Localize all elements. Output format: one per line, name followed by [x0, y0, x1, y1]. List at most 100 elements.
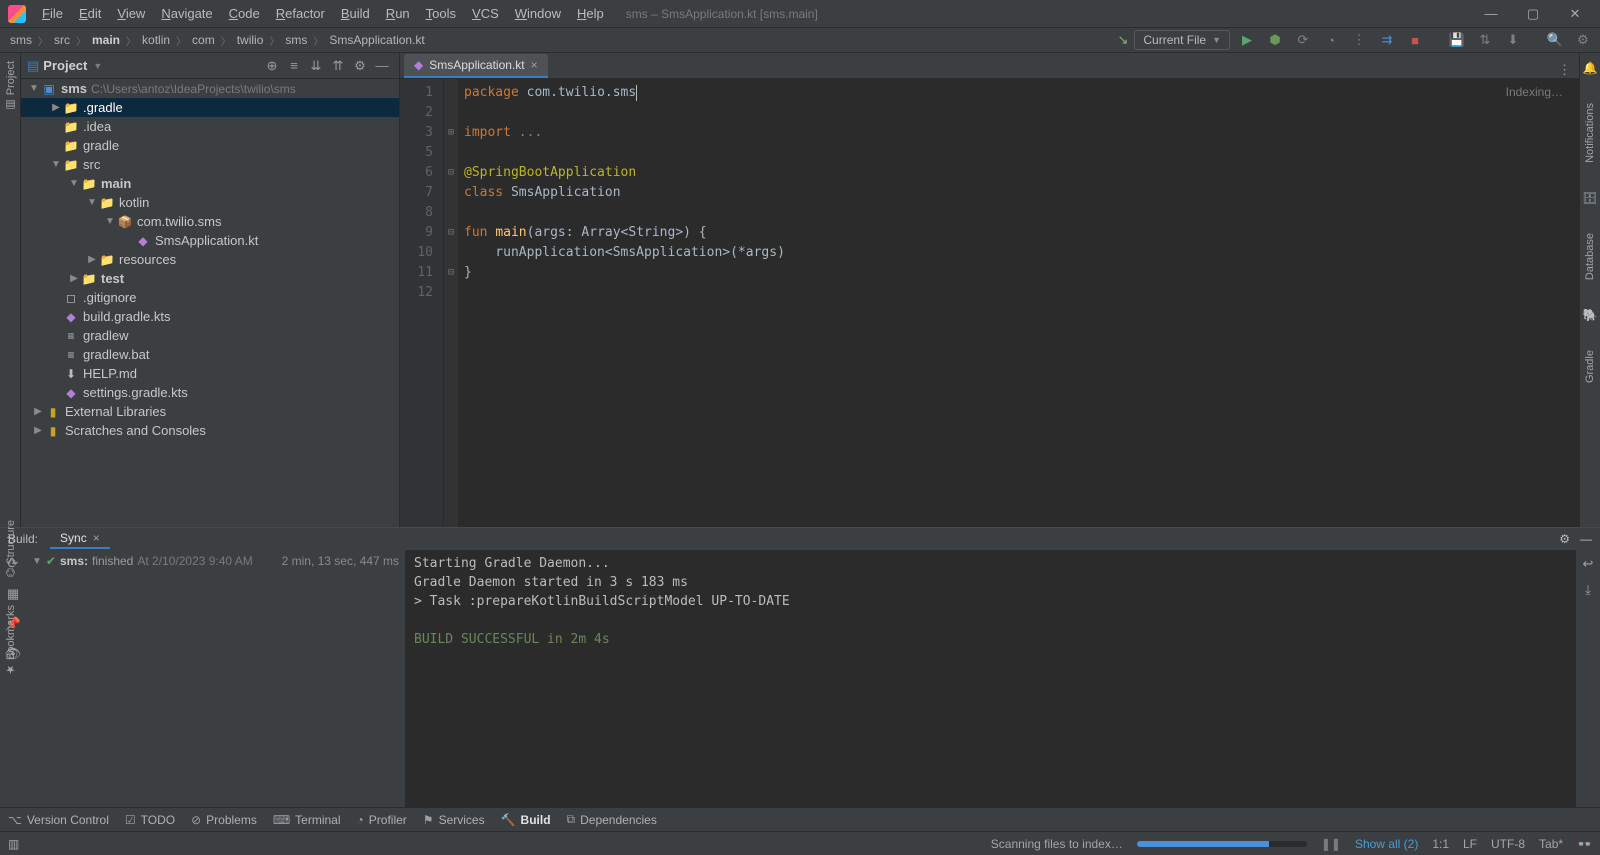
status-caret-pos[interactable]: 1:1 [1432, 837, 1449, 851]
rail-database[interactable]: Database [1584, 233, 1596, 280]
coverage-button[interactable]: ⟳ [1292, 32, 1314, 48]
menu-item-window[interactable]: Window [507, 2, 569, 25]
tree-item-resources[interactable]: ▶📁resources [21, 250, 399, 269]
toolstrip-build[interactable]: 🔨Build [501, 813, 551, 827]
fold-strip[interactable]: ⊞⊟⊟⊟ [444, 79, 458, 527]
tree-item-gradlew-bat[interactable]: ≡gradlew.bat [21, 345, 399, 364]
build-settings-icon[interactable]: ⚙ [1559, 532, 1570, 546]
status-encoding[interactable]: UTF-8 [1491, 837, 1525, 851]
menu-item-refactor[interactable]: Refactor [268, 2, 333, 25]
toolstrip-profiler[interactable]: ◔Profiler [357, 813, 407, 827]
expand-all-icon[interactable]: ≡ [283, 58, 305, 73]
code-area[interactable]: package com.twilio.sms import ... @Sprin… [458, 79, 1579, 527]
breadcrumb-com[interactable]: com [188, 33, 219, 47]
profile-button[interactable]: ◔ [1320, 33, 1342, 48]
toolstrip-problems[interactable]: ⊘Problems [191, 813, 257, 827]
status-line-ending[interactable]: LF [1463, 837, 1477, 851]
options-icon[interactable]: ⇈ [327, 58, 349, 74]
build-tab-sync[interactable]: Sync× [50, 529, 110, 549]
toolstrip-todo[interactable]: ☑TODO [125, 813, 175, 827]
rail-gradle[interactable]: Gradle [1584, 350, 1596, 383]
run-button[interactable]: ▶ [1236, 32, 1258, 48]
editor-tab-more[interactable]: ⋮ [1558, 62, 1571, 78]
menu-item-vcs[interactable]: VCS [464, 2, 507, 25]
breadcrumb-smsapplication-kt[interactable]: SmsApplication.kt [325, 33, 428, 47]
scroll-end-icon[interactable]: ⤓ [1585, 582, 1591, 598]
tree-item--idea[interactable]: 📁.idea [21, 117, 399, 136]
rail-project[interactable]: ▤ Project [4, 61, 17, 111]
menu-item-help[interactable]: Help [569, 2, 612, 25]
breadcrumb-sms[interactable]: sms [6, 33, 36, 47]
project-view-dropdown[interactable]: ▼ [93, 61, 102, 71]
tree-item-smsapplication-kt[interactable]: ◆SmsApplication.kt [21, 231, 399, 250]
run-config-dropdown[interactable]: Current File ▼ [1134, 30, 1230, 50]
tree-scratches[interactable]: ▶▮Scratches and Consoles [21, 421, 399, 440]
menu-item-view[interactable]: View [109, 2, 153, 25]
maximize-button[interactable]: ▢ [1512, 0, 1554, 28]
rail-structure[interactable]: ⌬ Structure [4, 520, 17, 577]
breadcrumb-sms[interactable]: sms [281, 33, 311, 47]
breadcrumb-src[interactable]: src [50, 33, 74, 47]
gradle-icon[interactable]: 🐘 [1583, 308, 1598, 322]
tree-item--gradle[interactable]: ▶📁.gradle [21, 98, 399, 117]
tree-item-kotlin[interactable]: ▼📁kotlin [21, 193, 399, 212]
close-button[interactable]: ✕ [1554, 0, 1596, 28]
settings-icon[interactable]: ⚙ [1572, 32, 1594, 48]
toolstrip-services[interactable]: ⚑Services [423, 813, 485, 827]
toolstrip-dependencies[interactable]: ⧉Dependencies [567, 812, 657, 827]
status-menu-icon[interactable]: ▥ [8, 837, 19, 851]
tree-item--gitignore[interactable]: ◻.gitignore [21, 288, 399, 307]
hide-icon[interactable]: — [371, 58, 393, 73]
breadcrumb-twilio[interactable]: twilio [233, 33, 268, 47]
tree-ext_lib[interactable]: ▶▮External Libraries [21, 402, 399, 421]
attach-button[interactable]: ⇉ [1376, 32, 1398, 48]
tree-item-test[interactable]: ▶📁test [21, 269, 399, 288]
menu-item-navigate[interactable]: Navigate [153, 2, 220, 25]
menu-item-edit[interactable]: Edit [71, 2, 109, 25]
menu-item-run[interactable]: Run [378, 2, 418, 25]
search-icon[interactable]: 🔍 [1544, 32, 1566, 48]
tree-item-settings-gradle-kts[interactable]: ◆settings.gradle.kts [21, 383, 399, 402]
tree-item-help-md[interactable]: ⬇HELP.md [21, 364, 399, 383]
close-sync-tab[interactable]: × [93, 531, 100, 545]
tree-item-gradlew[interactable]: ≡gradlew [21, 326, 399, 345]
toolstrip-terminal[interactable]: ⌨Terminal [273, 813, 341, 827]
menu-item-code[interactable]: Code [221, 2, 268, 25]
rail-notifications[interactable]: Notifications [1584, 103, 1596, 163]
build-hide-icon[interactable]: — [1580, 532, 1592, 546]
minimize-button[interactable]: — [1470, 0, 1512, 28]
tree-item-gradle[interactable]: 📁gradle [21, 136, 399, 155]
build-icon[interactable]: ↘ [1117, 32, 1128, 48]
tree-item-build-gradle-kts[interactable]: ◆build.gradle.kts [21, 307, 399, 326]
rail-bookmarks[interactable]: ★ Bookmarks [4, 605, 17, 676]
download-icon[interactable]: ⬇ [1502, 32, 1524, 48]
debug-button[interactable]: ⬢ [1264, 32, 1286, 48]
tree-item-main[interactable]: ▼📁main [21, 174, 399, 193]
status-indent[interactable]: Tab* [1539, 837, 1563, 851]
show-all-link[interactable]: Show all (2) [1355, 837, 1418, 851]
database-icon[interactable]: 🗄 [1582, 191, 1597, 205]
pause-indexing-icon[interactable]: ❚❚ [1321, 837, 1341, 851]
breadcrumb-main[interactable]: main [88, 33, 124, 47]
locate-icon[interactable]: ⊕ [261, 58, 283, 74]
build-task-row[interactable]: ▼ ✔ sms: finished At 2/10/2023 9:40 AM 2… [32, 554, 399, 568]
menu-item-file[interactable]: File [34, 2, 71, 25]
save-icon[interactable]: 💾 [1446, 32, 1468, 48]
notifications-icon[interactable]: 🔔 [1583, 61, 1598, 75]
build-output[interactable]: Starting Gradle Daemon... Gradle Daemon … [406, 550, 1576, 807]
soft-wrap-icon[interactable]: ↩ [1583, 556, 1594, 572]
breadcrumb-kotlin[interactable]: kotlin [138, 33, 174, 47]
gear-icon[interactable]: ⚙ [349, 58, 371, 74]
collapse-all-icon[interactable]: ⇊ [305, 58, 327, 74]
sync-icon[interactable]: ⇅ [1474, 32, 1496, 48]
menu-item-build[interactable]: Build [333, 2, 378, 25]
tree-item-com-twilio-sms[interactable]: ▼📦com.twilio.sms [21, 212, 399, 231]
tree-item-src[interactable]: ▼📁src [21, 155, 399, 174]
menu-item-tools[interactable]: Tools [418, 2, 464, 25]
status-reader-mode-icon[interactable]: 👓 [1577, 837, 1592, 851]
stop-button[interactable]: ■ [1404, 33, 1426, 48]
close-tab-icon[interactable]: × [531, 58, 538, 72]
tree-root[interactable]: ▼▣smsC:\Users\antoz\IdeaProjects\twilio\… [21, 79, 399, 98]
toolstrip-version-control[interactable]: ⌥Version Control [8, 813, 109, 827]
editor-tab-smsapplication[interactable]: ◆ SmsApplication.kt × [404, 54, 548, 78]
